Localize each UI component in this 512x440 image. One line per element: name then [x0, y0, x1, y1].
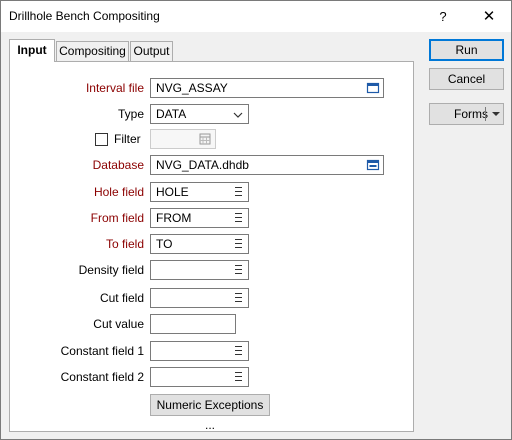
- to-field-label: To field: [105, 237, 144, 251]
- constant-field-1-label: Constant field 1: [60, 344, 144, 358]
- filter-checkbox[interactable]: [95, 133, 108, 146]
- cut-value-label: Cut value: [93, 317, 144, 331]
- tab-compositing[interactable]: Compositing: [56, 41, 129, 61]
- constant-field-2-input[interactable]: [150, 367, 249, 387]
- hole-field-label: Hole field: [93, 185, 144, 199]
- cancel-button-label: Cancel: [447, 72, 486, 86]
- from-field-value: FROM: [156, 211, 192, 225]
- interval-file-value: NVG_ASSAY: [156, 81, 228, 95]
- filter-input[interactable]: [150, 129, 216, 149]
- cut-field-label: Cut field: [99, 291, 144, 305]
- type-value: DATA: [156, 107, 187, 121]
- database-label: Database: [92, 158, 144, 172]
- database-value: NVG_DATA.dhdb: [156, 158, 249, 172]
- title-bar: Drillhole Bench Compositing ? ✕: [1, 1, 511, 32]
- hole-field-value: HOLE: [156, 185, 189, 199]
- folder-browse-icon[interactable]: [366, 158, 380, 172]
- close-button[interactable]: ✕: [467, 1, 511, 32]
- list-icon[interactable]: [235, 372, 242, 381]
- list-icon[interactable]: [235, 293, 242, 302]
- input-panel: Interval file NVG_ASSAY Type DATA Filter: [9, 61, 414, 432]
- forms-button[interactable]: Forms: [429, 103, 504, 125]
- run-button-label: Run: [455, 43, 478, 57]
- type-select[interactable]: DATA: [150, 104, 249, 124]
- filter-label: Filter: [114, 132, 141, 146]
- split-divider: [485, 107, 486, 121]
- to-field-input[interactable]: TO: [150, 234, 249, 254]
- calendar-icon[interactable]: [198, 132, 212, 146]
- type-label: Type: [117, 107, 144, 121]
- cancel-button[interactable]: Cancel: [429, 68, 504, 90]
- dialog-window: Drillhole Bench Compositing ? ✕ Input Co…: [0, 0, 512, 440]
- folder-browse-icon[interactable]: [366, 81, 380, 95]
- interval-file-input[interactable]: NVG_ASSAY: [150, 78, 384, 98]
- constant-field-2-label: Constant field 2: [60, 370, 144, 384]
- interval-file-label: Interval file: [85, 81, 144, 95]
- numeric-exceptions-button[interactable]: Numeric Exceptions ...: [150, 394, 270, 432]
- density-field-input[interactable]: [150, 260, 249, 280]
- cut-field-input[interactable]: [150, 288, 249, 308]
- database-input[interactable]: NVG_DATA.dhdb: [150, 155, 384, 175]
- list-icon[interactable]: [235, 213, 242, 222]
- list-icon[interactable]: [235, 265, 242, 274]
- to-field-value: TO: [156, 237, 173, 251]
- run-button[interactable]: Run: [429, 39, 504, 61]
- constant-field-1-input[interactable]: [150, 341, 249, 361]
- from-field-input[interactable]: FROM: [150, 208, 249, 228]
- list-icon[interactable]: [235, 187, 242, 196]
- tab-output[interactable]: Output: [130, 41, 173, 61]
- chevron-down-icon: [233, 112, 243, 118]
- tab-input[interactable]: Input: [9, 39, 55, 62]
- cut-value-input[interactable]: [150, 314, 236, 334]
- from-field-label: From field: [90, 211, 144, 225]
- list-icon[interactable]: [235, 346, 242, 355]
- help-button[interactable]: ?: [421, 1, 465, 32]
- window-title: Drillhole Bench Compositing: [9, 9, 160, 23]
- list-icon[interactable]: [235, 239, 242, 248]
- density-field-label: Density field: [78, 263, 144, 277]
- hole-field-input[interactable]: HOLE: [150, 182, 249, 202]
- forms-dropdown-arrow-icon[interactable]: [492, 112, 500, 116]
- forms-button-label: Forms: [454, 107, 488, 121]
